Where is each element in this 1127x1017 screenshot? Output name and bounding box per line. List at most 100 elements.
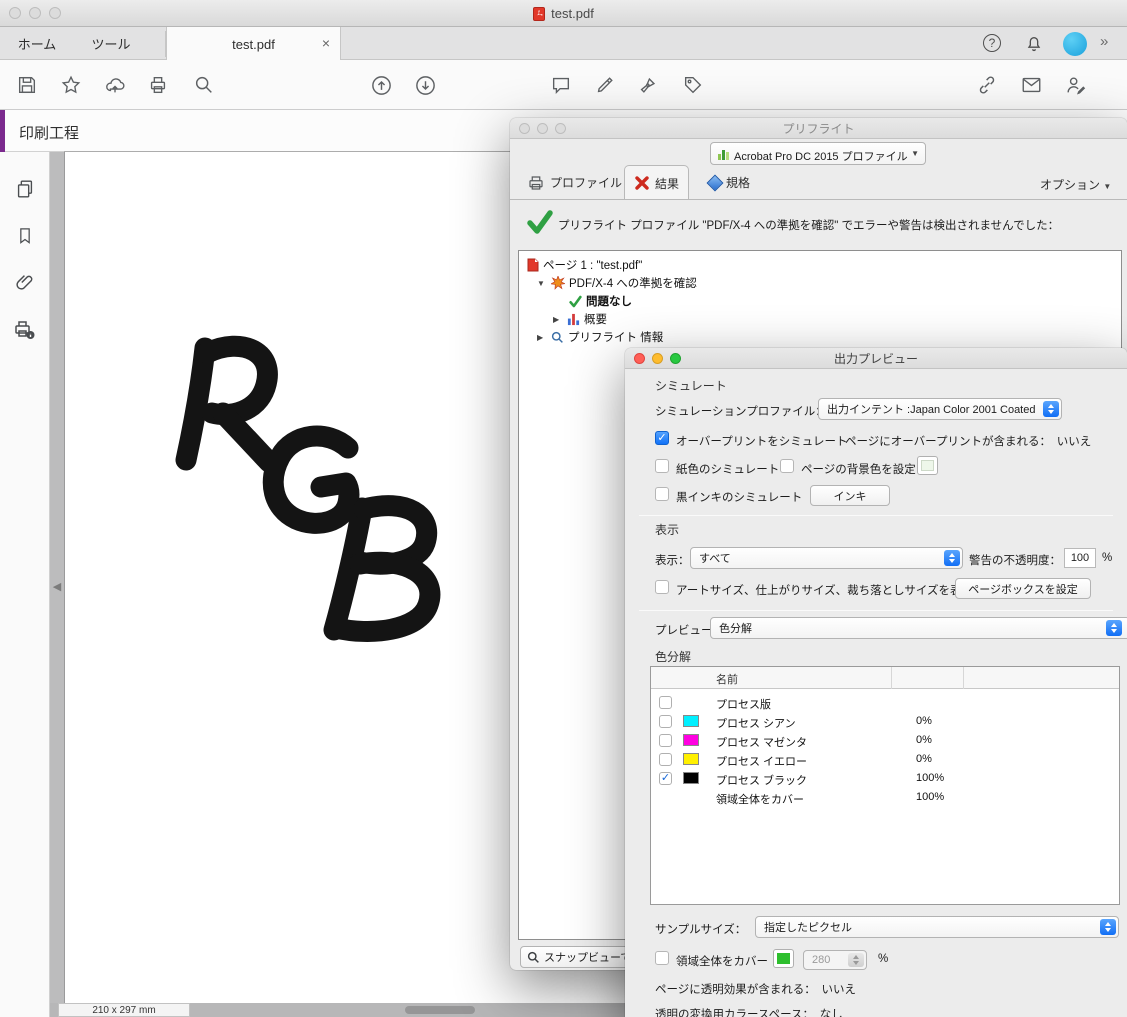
plate-value: 100% <box>916 791 945 803</box>
separation-row[interactable]: ✓ プロセス ブラック 100% <box>651 769 1119 788</box>
favorites-button[interactable] <box>49 60 93 110</box>
show-select[interactable]: すべて <box>690 547 963 569</box>
separations-table[interactable]: 名前 プロセス版 プロセス シアン 0% プロセス マゼンタ 0% プロセス イ… <box>650 666 1120 905</box>
bell-icon <box>1027 37 1041 52</box>
disclosure-right-icon[interactable]: ▶ <box>537 333 547 342</box>
avatar <box>1063 32 1087 56</box>
paper-color-checkbox[interactable] <box>655 459 669 473</box>
simulate-overprint-checkbox[interactable]: ✓ <box>655 431 669 445</box>
set-page-boxes-button[interactable]: ページボックスを設定 <box>955 578 1091 599</box>
magnifier-icon <box>195 76 212 93</box>
separation-row[interactable]: プロセス マゼンタ 0% <box>651 731 1119 750</box>
standards-diamond-icon <box>706 174 724 191</box>
notifications-button[interactable] <box>1024 33 1044 58</box>
disclosure-right-icon[interactable]: ▶ <box>553 315 563 324</box>
plate-checkbox[interactable] <box>659 753 672 766</box>
preflight-options-button[interactable]: オプション ▼ <box>1040 176 1111 193</box>
tab-tools[interactable]: ツール <box>78 27 144 60</box>
fill-sign-button[interactable] <box>626 60 670 110</box>
previous-page-button[interactable] <box>359 60 403 110</box>
colorwell-swatch <box>777 953 790 964</box>
window-title-wrap: test.pdf <box>0 0 1127 27</box>
more-tools-button[interactable]: » <box>1100 33 1108 50</box>
separation-row[interactable]: プロセス シアン 0% <box>651 712 1119 731</box>
coverage-value: 280 <box>812 954 831 966</box>
help-button[interactable]: ? <box>983 34 1001 52</box>
summary-chart-icon <box>567 313 580 325</box>
plate-checkbox[interactable]: ✓ <box>659 772 672 785</box>
ink-manager-button[interactable]: インキ <box>810 485 890 506</box>
page-thumbnails-button[interactable] <box>0 167 50 211</box>
plate-checkbox[interactable] <box>659 734 672 747</box>
result-tree-item[interactable]: ▼ PDF/X-4 への準拠を確認 <box>537 275 697 291</box>
stepper-icon <box>1043 401 1059 417</box>
separation-row[interactable]: プロセス イエロー 0% <box>651 750 1119 769</box>
sample-size-select[interactable]: 指定したピクセル <box>755 916 1119 938</box>
total-coverage-label: 領域全体をカバー <box>676 956 768 968</box>
print-production-title: 印刷工程 <box>19 125 80 142</box>
coverage-colorwell[interactable] <box>773 949 794 968</box>
arrow-down-circle-icon <box>415 75 435 95</box>
preflight-tab-profiles[interactable]: プロファイル <box>518 165 631 200</box>
attachments-button[interactable] <box>0 260 50 304</box>
warning-opacity-input[interactable] <box>1064 548 1096 568</box>
print-button[interactable] <box>136 60 180 110</box>
page-background-colorwell[interactable] <box>917 456 938 475</box>
envelope-icon <box>1022 77 1040 93</box>
plate-name: プロセス イエロー <box>716 756 807 768</box>
next-page-button[interactable] <box>403 60 447 110</box>
stepper-icon <box>1106 620 1122 636</box>
page-background-checkbox[interactable] <box>780 459 794 473</box>
bookmarks-button[interactable] <box>0 214 50 258</box>
result-tree-item[interactable]: ▶ 概要 <box>553 311 607 327</box>
output-preview-titlebar: 出力プレビュー <box>625 348 1127 369</box>
stepper-icon <box>1100 919 1116 935</box>
separation-row[interactable]: 領域全体をカバー 100% <box>651 788 1119 807</box>
preflight-tab-results-label: 結果 <box>655 176 680 191</box>
set-page-boxes-label: ページボックスを設定 <box>968 583 1078 596</box>
result-tree-item[interactable]: ページ 1 : "test.pdf" <box>527 257 642 273</box>
plate-swatch <box>683 734 699 746</box>
search-button[interactable] <box>182 60 226 110</box>
share-cloud-button[interactable] <box>93 60 137 110</box>
preflight-result-message: プリフライト プロファイル "PDF/X-4 への準拠を確認" でエラーや警告は… <box>558 220 1060 232</box>
account-button[interactable] <box>1063 32 1087 56</box>
plate-swatch <box>683 753 699 765</box>
highlight-button[interactable] <box>583 60 627 110</box>
column-divider <box>963 667 964 689</box>
page-boxes-checkbox[interactable] <box>655 580 669 594</box>
tab-home[interactable]: ホーム <box>8 27 66 60</box>
simulate-overprint-label: オーバープリントをシミュレート <box>676 436 848 448</box>
separations-table-header: 名前 <box>651 667 1119 689</box>
result-tree-item[interactable]: 問題なし <box>569 293 632 309</box>
separation-row[interactable]: プロセス版 <box>651 693 1119 712</box>
app-tabbar: ホーム ツール test.pdf × ? » <box>0 27 1127 61</box>
horizontal-scrollbar[interactable] <box>405 1006 475 1014</box>
preflight-tab-results[interactable]: 結果 <box>624 165 690 200</box>
black-ink-checkbox[interactable] <box>655 487 669 501</box>
preview-select[interactable]: 色分解 <box>710 617 1127 639</box>
tree-item-label: プリフライト 情報 <box>568 332 664 344</box>
plate-checkbox[interactable] <box>659 715 672 728</box>
tag-tool-button[interactable] <box>671 60 715 110</box>
output-previews-button[interactable] <box>0 308 50 352</box>
total-coverage-checkbox[interactable] <box>655 951 669 965</box>
comment-bubble-icon <box>552 77 570 94</box>
save-button[interactable] <box>5 60 49 110</box>
preflight-tab-standards[interactable]: 規格 <box>700 165 759 200</box>
email-button[interactable] <box>1009 60 1053 110</box>
result-tree-item[interactable]: ▶ プリフライト 情報 <box>537 329 663 345</box>
plate-checkbox[interactable] <box>659 696 672 709</box>
close-tab-icon[interactable]: × <box>322 35 330 51</box>
preflight-profile-select[interactable]: Acrobat Pro DC 2015 プロファイル ▼ <box>710 142 926 165</box>
link-button[interactable] <box>965 60 1009 110</box>
show-label: 表示： <box>655 555 690 567</box>
simulation-profile-select[interactable]: 出力インテント :Japan Color 2001 Coated <box>818 398 1062 420</box>
tab-document[interactable]: test.pdf × <box>166 27 341 61</box>
collapse-panel-button[interactable]: ◀ <box>51 576 63 596</box>
disclosure-down-icon[interactable]: ▼ <box>537 279 547 288</box>
sign-profile-button[interactable] <box>1053 60 1097 110</box>
display-section-label: 表示 <box>655 523 680 537</box>
coverage-value-select[interactable]: 280 <box>803 950 867 970</box>
comment-button[interactable] <box>539 60 583 110</box>
